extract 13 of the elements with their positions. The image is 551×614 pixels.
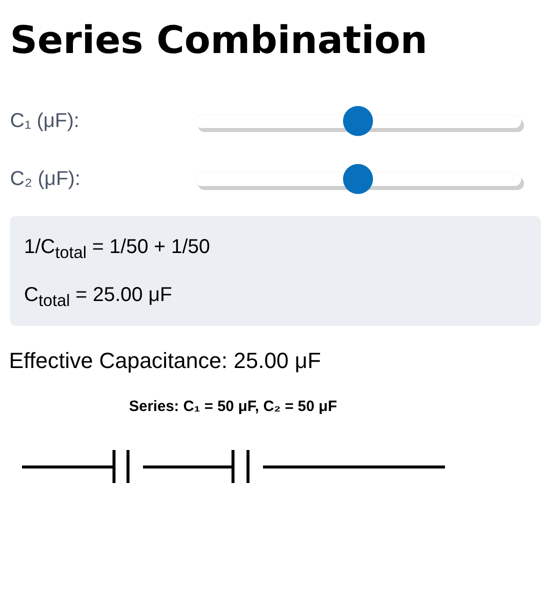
slider[interactable]	[195, 164, 521, 194]
slider-thumb[interactable]	[343, 106, 373, 136]
slider-label: C₁ (μF):	[10, 110, 80, 132]
slider-thumb[interactable]	[343, 164, 373, 194]
page-title: Series Combination	[10, 18, 428, 62]
formula-line: C$_{total}$ = 25.00 μF	[24, 284, 174, 312]
diagram-caption: Series: C₁ = 50 μF, C₂ = 50 μF	[129, 398, 337, 415]
slider-label: C₂ (μF):	[10, 168, 82, 190]
formula-line: 1/C$_{total}$ = 1/50 + 1/50	[24, 236, 212, 264]
slider[interactable]	[195, 106, 521, 136]
slider-track[interactable]	[195, 172, 521, 186]
slider-track[interactable]	[195, 114, 521, 128]
result-text: Effective Capacitance: 25.00 μF	[9, 348, 322, 374]
